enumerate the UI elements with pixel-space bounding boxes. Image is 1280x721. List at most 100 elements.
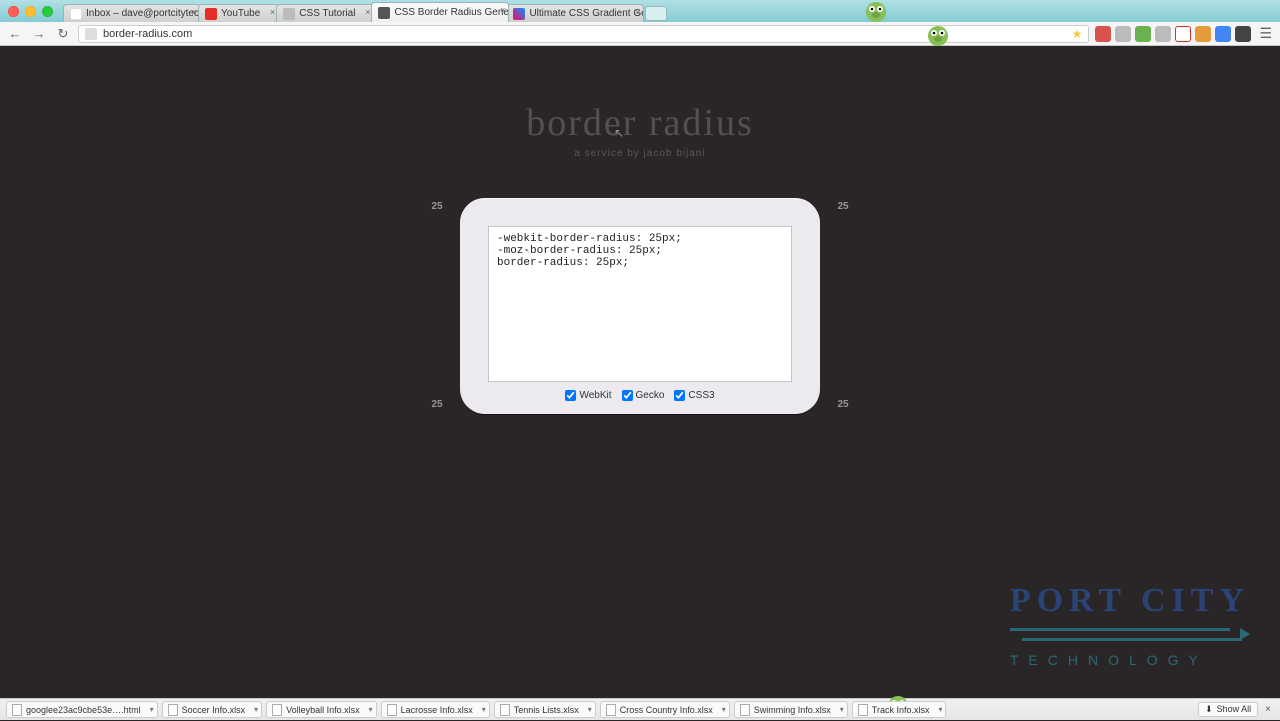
download-menu-icon[interactable]: ▾ [588, 705, 592, 714]
webkit-option[interactable]: WebKit [565, 390, 611, 401]
browser-tab[interactable]: CSS Border Radius Generator× [371, 2, 509, 22]
browser-menu-button[interactable]: ☰ [1257, 25, 1274, 42]
tab-close-icon[interactable]: × [365, 7, 370, 17]
top-left-radius-input[interactable] [426, 199, 448, 213]
back-button[interactable]: ← [6, 25, 24, 43]
tab-title: Ultimate CSS Gradient Gen… [529, 8, 644, 19]
download-menu-icon[interactable]: ▾ [938, 705, 942, 714]
tab-title: Inbox – dave@portcitytech… [86, 8, 201, 19]
download-filename: Track Info.xlsx [872, 705, 930, 715]
file-icon [272, 704, 282, 716]
tab-close-icon[interactable]: × [635, 7, 640, 17]
download-item[interactable]: Soccer Info.xlsx ▾ [162, 701, 263, 718]
file-icon [168, 704, 178, 716]
browser-tab[interactable]: YouTube × [198, 4, 279, 22]
download-menu-icon[interactable]: ▾ [254, 705, 258, 714]
download-menu-icon[interactable]: ▾ [482, 705, 486, 714]
logo-line2: TECHNOLOGY [1010, 652, 1250, 668]
page-content: border radius a service by jacob bijani … [0, 46, 1280, 698]
gecko-label: Gecko [636, 390, 665, 401]
preview-box: -webkit-border-radius: 25px; -moz-border… [460, 198, 820, 414]
tab-close-icon[interactable]: × [192, 7, 197, 17]
tab-favicon [378, 7, 390, 19]
tab-favicon [205, 8, 217, 20]
window-controls [8, 6, 53, 17]
file-icon [606, 704, 616, 716]
css3-label: CSS3 [688, 390, 714, 401]
extension-icon[interactable] [1235, 26, 1251, 42]
cursor-icon: ↖ [614, 126, 624, 140]
download-filename: Tennis Lists.xlsx [514, 705, 579, 715]
bookmark-star-icon[interactable]: ★ [1072, 27, 1083, 41]
page-subtitle: a service by jacob bijani [0, 148, 1280, 159]
browser-tab[interactable]: Ultimate CSS Gradient Gen…× [506, 4, 644, 22]
radius-widget: -webkit-border-radius: 25px; -moz-border… [460, 198, 820, 414]
download-menu-icon[interactable]: ▾ [722, 705, 726, 714]
download-item[interactable]: Tennis Lists.xlsx ▾ [494, 701, 596, 718]
download-item[interactable]: Track Info.xlsx ▾ [852, 701, 947, 718]
tab-favicon [70, 8, 82, 20]
tab-close-icon[interactable]: × [270, 7, 275, 17]
new-tab-button[interactable] [645, 6, 667, 21]
address-bar[interactable]: border-radius.com ★ [78, 25, 1089, 43]
forward-button[interactable]: → [30, 25, 48, 43]
tab-title: CSS Border Radius Generator [394, 7, 509, 18]
browser-toolbar: ← → ↻ border-radius.com ★ ☰ [0, 22, 1280, 46]
download-filename: googlee23ac9cbe53e….html [26, 705, 141, 715]
close-downloads-bar-button[interactable]: × [1262, 704, 1274, 715]
webkit-checkbox[interactable] [565, 390, 576, 401]
extension-icon[interactable] [1195, 26, 1211, 42]
download-filename: Soccer Info.xlsx [182, 705, 246, 715]
extension-icon[interactable] [1175, 26, 1191, 42]
download-filename: Lacrosse Info.xlsx [401, 705, 473, 715]
close-window-button[interactable] [8, 6, 19, 17]
browser-tab[interactable]: CSS Tutorial × [276, 4, 374, 22]
top-right-radius-input[interactable] [832, 199, 854, 213]
css-output[interactable]: -webkit-border-radius: 25px; -moz-border… [488, 226, 792, 382]
gecko-option[interactable]: Gecko [622, 390, 665, 401]
gecko-checkbox[interactable] [622, 390, 633, 401]
show-all-downloads-button[interactable]: ⬇Show All [1198, 702, 1258, 717]
titlebar: Inbox – dave@portcitytech…×YouTube×CSS T… [0, 0, 1280, 22]
file-icon [387, 704, 397, 716]
url-text: border-radius.com [103, 28, 192, 40]
webkit-label: WebKit [579, 390, 611, 401]
download-filename: Cross Country Info.xlsx [620, 705, 713, 715]
download-item[interactable]: Cross Country Info.xlsx ▾ [600, 701, 730, 718]
download-item[interactable]: googlee23ac9cbe53e….html ▾ [6, 701, 158, 718]
zoom-window-button[interactable] [42, 6, 53, 17]
minimize-window-button[interactable] [25, 6, 36, 17]
file-icon [740, 704, 750, 716]
download-item[interactable]: Lacrosse Info.xlsx ▾ [381, 701, 490, 718]
reload-button[interactable]: ↻ [54, 25, 72, 43]
extensions [1095, 26, 1251, 42]
download-item[interactable]: Swimming Info.xlsx ▾ [734, 701, 848, 718]
site-icon [85, 28, 97, 40]
download-menu-icon[interactable]: ▾ [150, 705, 154, 714]
download-filename: Swimming Info.xlsx [754, 705, 831, 715]
bottom-left-radius-input[interactable] [426, 397, 448, 411]
extension-icon[interactable] [1135, 26, 1151, 42]
file-icon [500, 704, 510, 716]
download-menu-icon[interactable]: ▾ [840, 705, 844, 714]
extension-icon[interactable] [1155, 26, 1171, 42]
download-menu-icon[interactable]: ▾ [369, 705, 373, 714]
extension-icon[interactable] [1095, 26, 1111, 42]
logo-arrow-icon [1010, 624, 1250, 648]
bottom-right-radius-input[interactable] [832, 397, 854, 411]
tab-favicon [513, 8, 525, 20]
browser-tab[interactable]: Inbox – dave@portcitytech…× [63, 4, 201, 22]
tab-title: CSS Tutorial [299, 8, 355, 19]
downloads-bar: googlee23ac9cbe53e….html▾Soccer Info.xls… [0, 698, 1280, 720]
logo-line1: PORT CITY [1010, 582, 1250, 620]
extension-icon[interactable] [1115, 26, 1131, 42]
tab-close-icon[interactable]: × [500, 5, 505, 15]
css3-option[interactable]: CSS3 [674, 390, 714, 401]
extension-icon[interactable] [1215, 26, 1231, 42]
css3-checkbox[interactable] [674, 390, 685, 401]
download-item[interactable]: Volleyball Info.xlsx▾ [266, 701, 377, 718]
page-title: border radius [0, 101, 1280, 145]
prefix-options: WebKit Gecko CSS3 [488, 390, 792, 401]
tab-title: YouTube [221, 8, 260, 19]
tab-favicon [283, 8, 295, 20]
